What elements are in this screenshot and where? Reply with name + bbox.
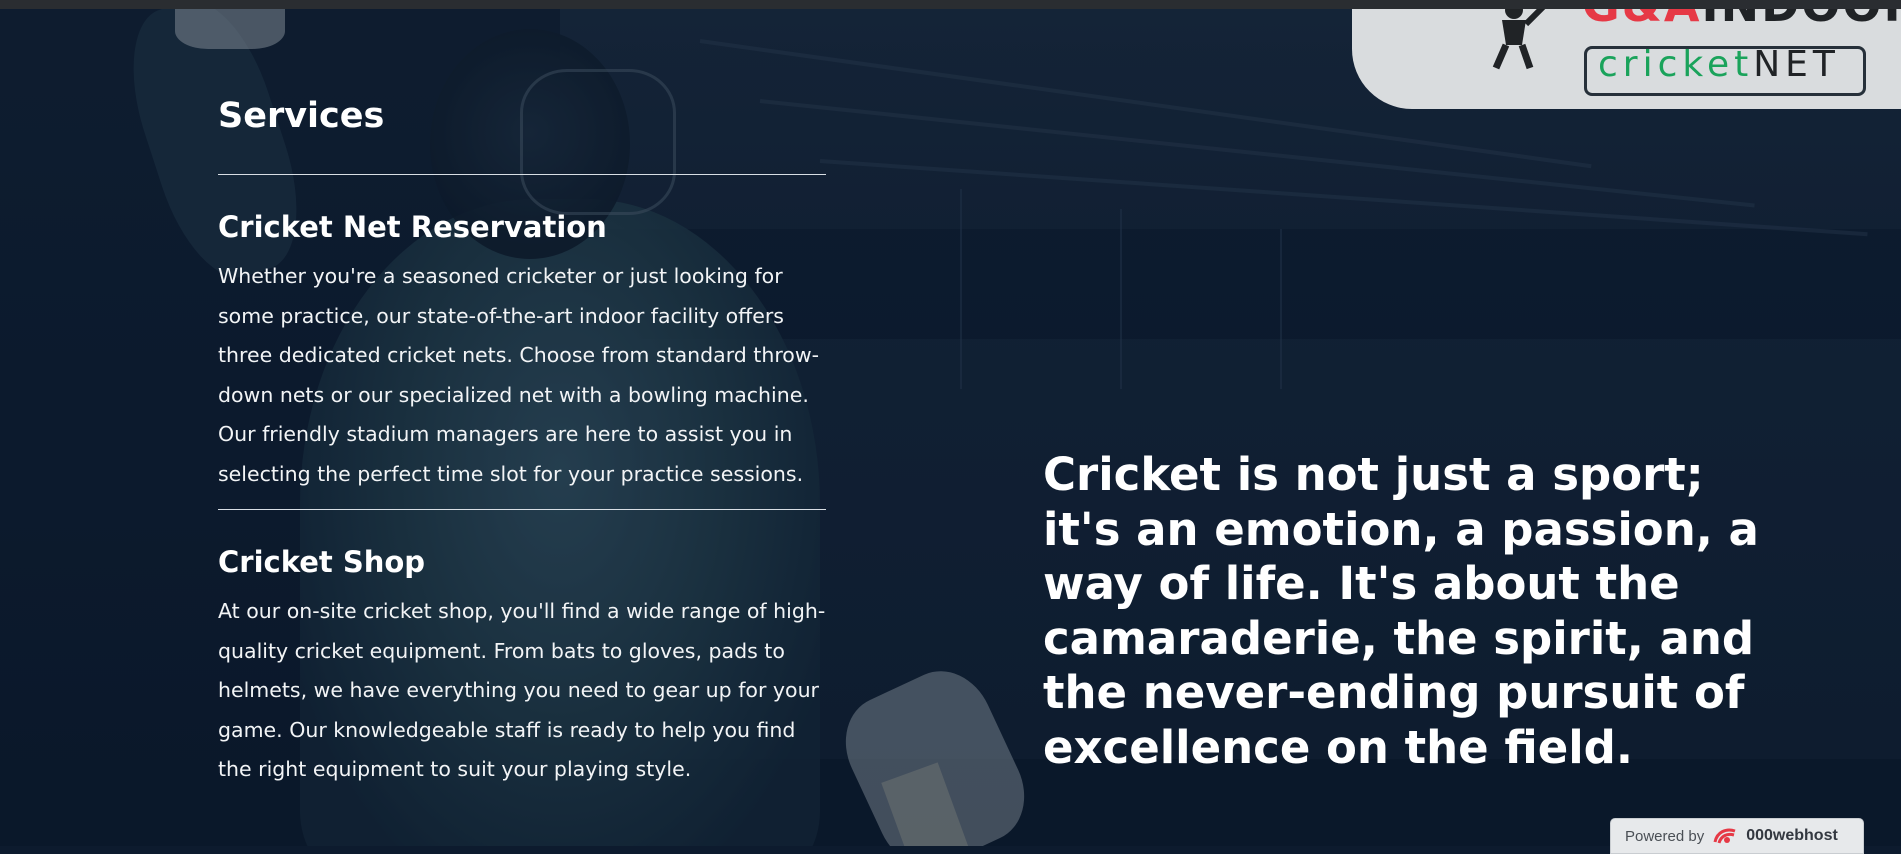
- service-title-net-reservation: Cricket Net Reservation: [218, 210, 607, 244]
- service-description-shop: At our on-site cricket shop, you'll find…: [218, 599, 826, 781]
- site-logo[interactable]: G&AINDOOR cricketNET: [1352, 0, 1901, 109]
- webhost-logo-icon: [1713, 828, 1736, 844]
- batsman-icon: [1492, 1, 1547, 70]
- services-heading: Services: [218, 96, 385, 136]
- powered-by-badge[interactable]: Powered by 000webhost: [1610, 818, 1864, 854]
- service-description-net-reservation: Whether you're a seasoned cricketer or j…: [218, 264, 820, 486]
- service-title-shop: Cricket Shop: [218, 545, 426, 579]
- powered-by-brand: 000webhost: [1746, 827, 1838, 844]
- browser-top-bar: [0, 0, 1901, 9]
- powered-by-label: Powered by: [1625, 827, 1705, 845]
- logo-bottom-text: cricketNET: [1598, 44, 1840, 85]
- cricket-quote: Cricket is not just a sport; it's an emo…: [1043, 448, 1759, 774]
- services-section: Services Cricket Net Reservation Whether…: [218, 92, 826, 790]
